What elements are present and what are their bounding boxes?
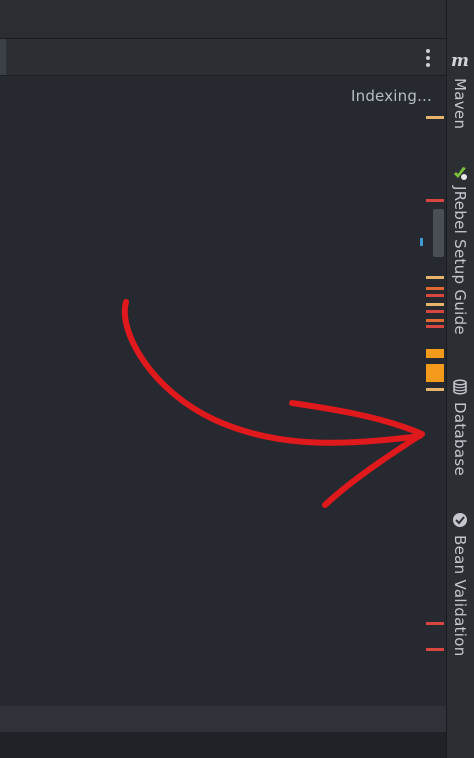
error-marker[interactable] [426, 648, 444, 651]
indexing-status: Indexing... [351, 87, 432, 105]
tool-window-database[interactable]: Database [448, 402, 472, 476]
warning-marker[interactable] [426, 364, 444, 382]
tool-window-jrebel-setup-guide[interactable]: JRebel Setup Guide [448, 186, 472, 335]
bottom-panel-bar [0, 706, 446, 732]
warning-marker[interactable] [426, 303, 444, 306]
info-marker[interactable] [420, 238, 423, 246]
editor-tab-bar [0, 39, 446, 76]
error-marker[interactable] [426, 319, 444, 322]
dot-icon [426, 63, 430, 67]
more-options-button[interactable] [417, 45, 439, 71]
bean-validation-icon [453, 513, 467, 527]
jrebel-icon [454, 167, 467, 180]
status-bar [0, 732, 446, 758]
scrollbar-thumb[interactable] [433, 209, 444, 257]
error-stripe[interactable] [420, 100, 446, 700]
error-marker[interactable] [426, 325, 444, 328]
dot-icon [426, 49, 430, 53]
error-marker[interactable] [426, 294, 444, 297]
maven-icon: m [451, 51, 469, 71]
tool-window-bean-validation[interactable]: Bean Validation [448, 535, 472, 657]
warning-marker[interactable] [426, 349, 444, 358]
database-icon [453, 379, 467, 395]
error-marker[interactable] [426, 622, 444, 625]
tool-window-maven[interactable]: Maven [448, 78, 472, 129]
error-marker[interactable] [426, 199, 444, 202]
editor-area[interactable] [0, 76, 446, 706]
error-marker[interactable] [426, 310, 444, 313]
warning-marker[interactable] [426, 116, 444, 119]
editor-tab[interactable] [0, 39, 6, 75]
warning-marker[interactable] [426, 276, 444, 279]
warning-marker[interactable] [426, 388, 444, 391]
error-marker[interactable] [426, 287, 444, 290]
top-toolbar-strip [0, 0, 446, 39]
dot-icon [426, 56, 430, 60]
